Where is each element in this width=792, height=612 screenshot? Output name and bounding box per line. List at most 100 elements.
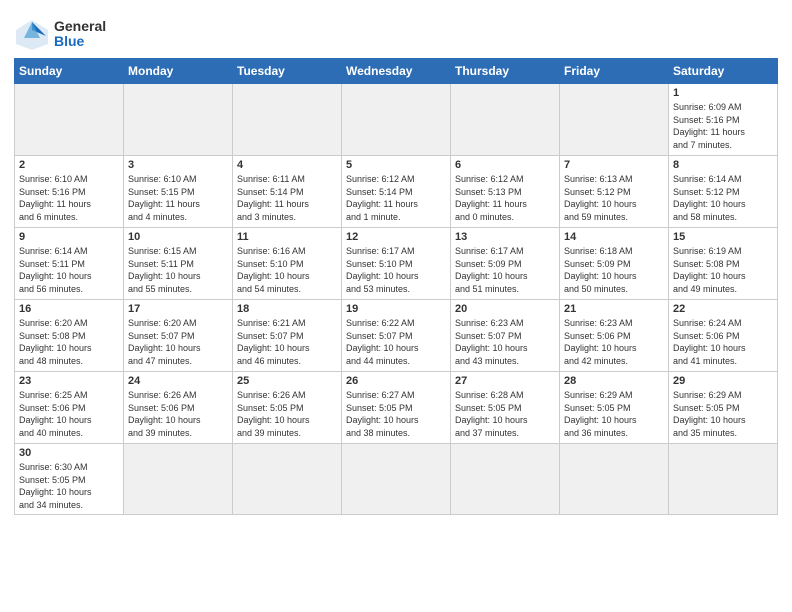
calendar-day-cell: 13 Sunrise: 6:17 AM Sunset: 5:09 PM Dayli…	[451, 228, 560, 300]
day-number: 11	[237, 231, 337, 243]
day-number: 5	[346, 159, 446, 171]
day-number: 22	[673, 303, 773, 315]
day-number: 29	[673, 375, 773, 387]
logo-area: General Blue	[14, 10, 106, 52]
calendar-day-cell: 10 Sunrise: 6:15 AM Sunset: 5:11 PM Dayli…	[124, 228, 233, 300]
day-info: Sunrise: 6:10 AM Sunset: 5:16 PM Dayligh…	[19, 174, 91, 222]
calendar-week-row: 16 Sunrise: 6:20 AM Sunset: 5:08 PM Dayli…	[15, 300, 778, 372]
calendar-day-cell: 26Sunrise: 6:27 AM Sunset: 5:05 PM Dayli…	[342, 372, 451, 444]
day-number: 13	[455, 231, 555, 243]
calendar-day-cell: 17 Sunrise: 6:20 AM Sunset: 5:07 PM Dayli…	[124, 300, 233, 372]
calendar-day-cell: 27 Sunrise: 6:28 AM Sunset: 5:05 PM Dayli…	[451, 372, 560, 444]
day-info: Sunrise: 6:22 AM Sunset: 5:07 PM Dayligh…	[346, 318, 419, 366]
day-info: Sunrise: 6:30 AM Sunset: 5:05 PM Dayligh…	[19, 462, 92, 510]
weekday-header-monday: Monday	[124, 59, 233, 84]
weekday-header-friday: Friday	[560, 59, 669, 84]
day-number: 16	[19, 303, 119, 315]
calendar-day-cell	[124, 84, 233, 156]
day-info: Sunrise: 6:29 AM Sunset: 5:05 PM Dayligh…	[673, 390, 746, 438]
weekday-header-tuesday: Tuesday	[233, 59, 342, 84]
calendar-day-cell: 20 Sunrise: 6:23 AM Sunset: 5:07 PM Dayli…	[451, 300, 560, 372]
day-info: Sunrise: 6:27 AM Sunset: 5:05 PM Dayligh…	[346, 390, 419, 438]
calendar-day-cell	[560, 84, 669, 156]
day-info: Sunrise: 6:18 AM Sunset: 5:09 PM Dayligh…	[564, 246, 637, 294]
calendar-day-cell	[342, 84, 451, 156]
day-info: Sunrise: 6:26 AM Sunset: 5:06 PM Dayligh…	[128, 390, 201, 438]
day-number: 25	[237, 375, 337, 387]
calendar-day-cell: 6Sunrise: 6:12 AM Sunset: 5:13 PM Daylig…	[451, 156, 560, 228]
calendar-day-cell: 2 Sunrise: 6:10 AM Sunset: 5:16 PM Daylig…	[15, 156, 124, 228]
day-info: Sunrise: 6:17 AM Sunset: 5:09 PM Dayligh…	[455, 246, 528, 294]
calendar-day-cell: 25 Sunrise: 6:26 AM Sunset: 5:05 PM Dayli…	[233, 372, 342, 444]
calendar-day-cell: 11 Sunrise: 6:16 AM Sunset: 5:10 PM Dayli…	[233, 228, 342, 300]
calendar-day-cell: 18Sunrise: 6:21 AM Sunset: 5:07 PM Dayli…	[233, 300, 342, 372]
day-number: 2	[19, 159, 119, 171]
calendar-table: SundayMondayTuesdayWednesdayThursdayFrid…	[14, 58, 778, 515]
day-number: 6	[455, 159, 555, 171]
day-info: Sunrise: 6:25 AM Sunset: 5:06 PM Dayligh…	[19, 390, 92, 438]
day-number: 20	[455, 303, 555, 315]
calendar-day-cell: 28 Sunrise: 6:29 AM Sunset: 5:05 PM Dayli…	[560, 372, 669, 444]
day-info: Sunrise: 6:29 AM Sunset: 5:05 PM Dayligh…	[564, 390, 637, 438]
calendar-day-cell: 8Sunrise: 6:14 AM Sunset: 5:12 PM Daylig…	[669, 156, 778, 228]
calendar-day-cell: 12 Sunrise: 6:17 AM Sunset: 5:10 PM Dayli…	[342, 228, 451, 300]
calendar-day-cell: 5Sunrise: 6:12 AM Sunset: 5:14 PM Daylig…	[342, 156, 451, 228]
day-number: 9	[19, 231, 119, 243]
day-info: Sunrise: 6:17 AM Sunset: 5:10 PM Dayligh…	[346, 246, 419, 294]
calendar-day-cell	[124, 444, 233, 515]
day-number: 28	[564, 375, 664, 387]
day-number: 3	[128, 159, 228, 171]
day-number: 30	[19, 447, 119, 459]
day-number: 4	[237, 159, 337, 171]
day-number: 7	[564, 159, 664, 171]
weekday-header-sunday: Sunday	[15, 59, 124, 84]
day-info: Sunrise: 6:20 AM Sunset: 5:08 PM Dayligh…	[19, 318, 92, 366]
calendar-day-cell: 1Sunrise: 6:09 AM Sunset: 5:16 PM Daylig…	[669, 84, 778, 156]
calendar-day-cell: 19 Sunrise: 6:22 AM Sunset: 5:07 PM Dayli…	[342, 300, 451, 372]
weekday-header-saturday: Saturday	[669, 59, 778, 84]
day-number: 17	[128, 303, 228, 315]
day-info: Sunrise: 6:10 AM Sunset: 5:15 PM Dayligh…	[128, 174, 200, 222]
day-number: 8	[673, 159, 773, 171]
day-info: Sunrise: 6:19 AM Sunset: 5:08 PM Dayligh…	[673, 246, 746, 294]
calendar-day-cell	[669, 444, 778, 515]
calendar-day-cell	[342, 444, 451, 515]
calendar-day-cell: 7 Sunrise: 6:13 AM Sunset: 5:12 PM Daylig…	[560, 156, 669, 228]
calendar-day-cell: 24 Sunrise: 6:26 AM Sunset: 5:06 PM Dayli…	[124, 372, 233, 444]
day-number: 19	[346, 303, 446, 315]
calendar-week-row: 23Sunrise: 6:25 AM Sunset: 5:06 PM Dayli…	[15, 372, 778, 444]
calendar-day-cell: 16 Sunrise: 6:20 AM Sunset: 5:08 PM Dayli…	[15, 300, 124, 372]
day-info: Sunrise: 6:26 AM Sunset: 5:05 PM Dayligh…	[237, 390, 310, 438]
day-number: 27	[455, 375, 555, 387]
calendar-day-cell: 4 Sunrise: 6:11 AM Sunset: 5:14 PM Daylig…	[233, 156, 342, 228]
calendar-day-cell: 9Sunrise: 6:14 AM Sunset: 5:11 PM Daylig…	[15, 228, 124, 300]
calendar-day-cell: 3 Sunrise: 6:10 AM Sunset: 5:15 PM Daylig…	[124, 156, 233, 228]
day-info: Sunrise: 6:28 AM Sunset: 5:05 PM Dayligh…	[455, 390, 528, 438]
day-info: Sunrise: 6:23 AM Sunset: 5:07 PM Dayligh…	[455, 318, 528, 366]
day-number: 14	[564, 231, 664, 243]
day-info: Sunrise: 6:13 AM Sunset: 5:12 PM Dayligh…	[564, 174, 637, 222]
calendar-day-cell: 15Sunrise: 6:19 AM Sunset: 5:08 PM Dayli…	[669, 228, 778, 300]
calendar-day-cell	[451, 444, 560, 515]
day-number: 24	[128, 375, 228, 387]
day-number: 21	[564, 303, 664, 315]
day-number: 12	[346, 231, 446, 243]
calendar-day-cell: 30 Sunrise: 6:30 AM Sunset: 5:05 PM Dayli…	[15, 444, 124, 515]
weekday-header-thursday: Thursday	[451, 59, 560, 84]
calendar-day-cell: 21Sunrise: 6:23 AM Sunset: 5:06 PM Dayli…	[560, 300, 669, 372]
day-number: 10	[128, 231, 228, 243]
calendar-day-cell	[233, 84, 342, 156]
calendar-day-cell: 14 Sunrise: 6:18 AM Sunset: 5:09 PM Dayli…	[560, 228, 669, 300]
day-info: Sunrise: 6:20 AM Sunset: 5:07 PM Dayligh…	[128, 318, 201, 366]
calendar-week-row: 1Sunrise: 6:09 AM Sunset: 5:16 PM Daylig…	[15, 84, 778, 156]
calendar-day-cell: 23Sunrise: 6:25 AM Sunset: 5:06 PM Dayli…	[15, 372, 124, 444]
weekday-header-wednesday: Wednesday	[342, 59, 451, 84]
day-info: Sunrise: 6:15 AM Sunset: 5:11 PM Dayligh…	[128, 246, 201, 294]
day-info: Sunrise: 6:16 AM Sunset: 5:10 PM Dayligh…	[237, 246, 310, 294]
day-info: Sunrise: 6:21 AM Sunset: 5:07 PM Dayligh…	[237, 318, 310, 366]
day-info: Sunrise: 6:11 AM Sunset: 5:14 PM Dayligh…	[237, 174, 309, 222]
header: General Blue	[14, 10, 778, 52]
calendar-week-row: 9Sunrise: 6:14 AM Sunset: 5:11 PM Daylig…	[15, 228, 778, 300]
calendar-day-cell: 29 Sunrise: 6:29 AM Sunset: 5:05 PM Dayli…	[669, 372, 778, 444]
page: General Blue SundayMondayTuesdayWednesda…	[0, 0, 792, 612]
